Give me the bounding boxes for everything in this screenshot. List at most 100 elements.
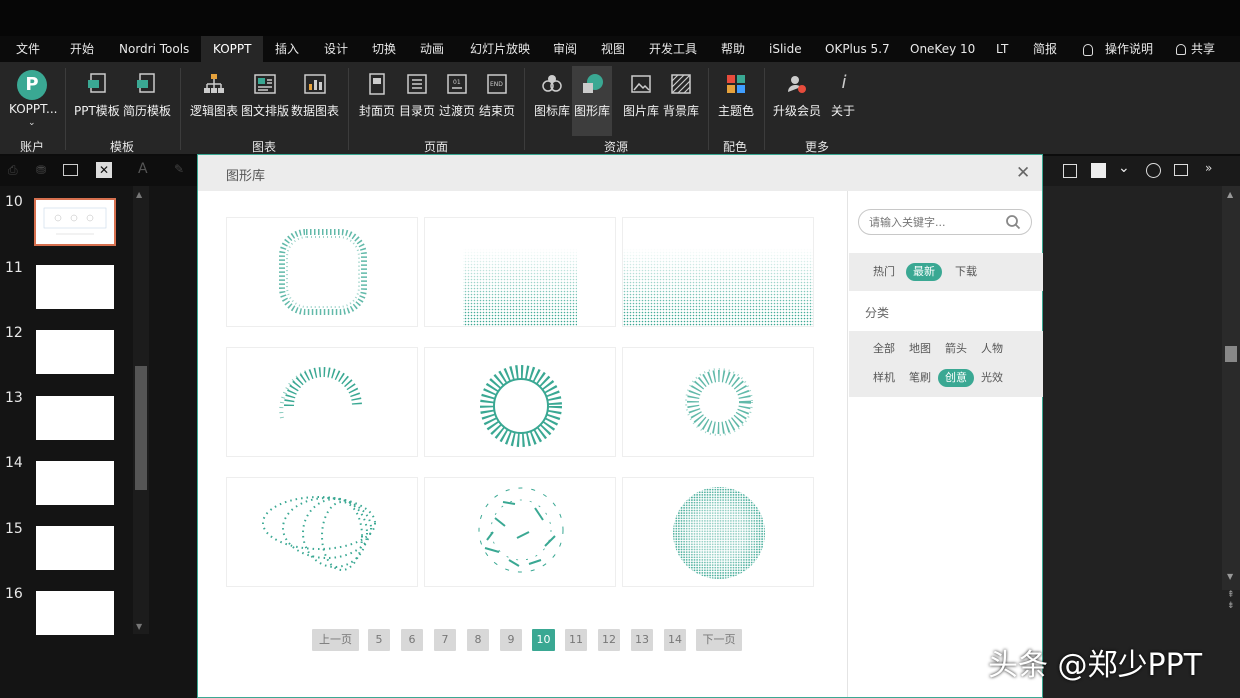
slide-thumbnail[interactable] [36, 461, 114, 505]
tab-okplus[interactable]: OKPlus 5.7 [825, 36, 890, 62]
tab-islide[interactable]: iSlide [769, 36, 802, 62]
shape-library-button[interactable]: 图形库 [572, 66, 612, 136]
tab-home[interactable]: 开始 [70, 36, 94, 62]
page-button[interactable]: 14 [664, 629, 686, 651]
transition-page-button[interactable]: 01 过渡页 [438, 66, 476, 136]
koppt-account-button[interactable]: P KOPPT... ⌄ [8, 66, 58, 136]
shape-tile[interactable] [424, 477, 616, 587]
scroll-down-icon[interactable]: ▼ [136, 622, 142, 631]
tab-help[interactable]: 帮助 [721, 36, 745, 62]
page-button[interactable]: 6 [401, 629, 423, 651]
thumbnail-scrollbar[interactable]: ▲ ▼ [133, 186, 149, 634]
category-map-chip[interactable]: 地图 [905, 340, 935, 358]
shape-tile[interactable] [424, 217, 616, 327]
scroll-up-icon[interactable]: ▲ [136, 190, 142, 199]
scroll-thumb[interactable] [135, 366, 147, 490]
ppt-template-button[interactable]: PPT模板 [74, 66, 122, 136]
tab-design[interactable]: 设计 [324, 36, 348, 62]
prev-page-button[interactable]: 上一页 [312, 629, 359, 651]
save-icon[interactable]: ⛃ [36, 163, 46, 177]
tab-lt[interactable]: LT [996, 36, 1008, 62]
more-icon[interactable]: » [1205, 161, 1212, 175]
slide-thumbnail[interactable] [36, 330, 114, 374]
bird-icon[interactable]: ⌄ [1118, 160, 1130, 176]
slide-thumbnail[interactable] [36, 396, 114, 440]
category-all-chip[interactable]: 全部 [869, 340, 899, 358]
canvas-scrollbar[interactable]: ▲ ▼ [1222, 186, 1240, 590]
slide-thumbnail-active[interactable] [34, 198, 116, 246]
slide-thumbnail[interactable] [36, 526, 114, 570]
tab-koppt[interactable]: KOPPT [201, 36, 264, 62]
next-page-button[interactable]: 下一页 [696, 629, 742, 651]
rectangle-icon[interactable] [1091, 163, 1106, 178]
tab-onekey[interactable]: OneKey 10 [910, 36, 975, 62]
shape-tile[interactable] [622, 217, 814, 327]
shape-tile[interactable] [424, 347, 616, 457]
print-icon[interactable]: ⎙ [8, 163, 18, 178]
tell-me-button[interactable]: 操作说明 [1083, 36, 1153, 62]
select-frame-icon[interactable] [1063, 164, 1077, 178]
background-library-button[interactable]: 背景库 [662, 66, 700, 136]
tab-review[interactable]: 审阅 [553, 36, 577, 62]
slide-thumbnail[interactable] [36, 265, 114, 309]
layout-toggle-icon[interactable] [63, 164, 78, 176]
brush-icon[interactable]: ✎ [174, 162, 184, 176]
sort-newest-chip[interactable]: 最新 [906, 263, 942, 281]
picture-icon[interactable] [1174, 164, 1188, 176]
tab-file[interactable]: 文件 [16, 36, 40, 62]
tab-jianbao[interactable]: 简报 [1033, 36, 1057, 62]
shape-tile[interactable] [622, 477, 814, 587]
scroll-thumb[interactable] [1225, 346, 1237, 362]
about-button[interactable]: i 关于 [830, 66, 858, 136]
theme-color-button[interactable]: 主题色 [716, 66, 756, 136]
tab-nordri-tools[interactable]: Nordri Tools [119, 36, 189, 62]
sort-hot-chip[interactable]: 热门 [869, 263, 899, 281]
tab-developer[interactable]: 开发工具 [649, 36, 697, 62]
font-color-icon[interactable]: A [138, 161, 148, 177]
icon-library-button[interactable]: 图标库 [533, 66, 571, 136]
share-button[interactable]: 共享 [1176, 36, 1215, 62]
data-chart-button[interactable]: 数据图表 [290, 66, 340, 136]
shape-tile[interactable] [226, 217, 418, 327]
scroll-up-icon[interactable]: ▲ [1227, 190, 1233, 199]
logic-chart-button[interactable]: 逻辑图表 [189, 66, 239, 136]
category-mockup-chip[interactable]: 样机 [869, 369, 899, 387]
search-input[interactable] [869, 214, 999, 230]
circle-icon[interactable] [1146, 163, 1161, 178]
tab-view[interactable]: 视图 [601, 36, 625, 62]
page-button[interactable]: 9 [500, 629, 522, 651]
search-box[interactable] [858, 209, 1032, 235]
current-page-button[interactable]: 10 [532, 629, 555, 651]
category-person-chip[interactable]: 人物 [977, 340, 1007, 358]
close-icon[interactable]: ✕ [1016, 163, 1030, 183]
tab-animations[interactable]: 动画 [420, 36, 444, 62]
category-creative-chip[interactable]: 创意 [938, 369, 974, 387]
category-brush-chip[interactable]: 笔刷 [905, 369, 935, 387]
page-button[interactable]: 5 [368, 629, 390, 651]
image-library-button[interactable]: 图片库 [622, 66, 660, 136]
page-nav-icon[interactable]: ⇞ ⇟ [1227, 590, 1235, 612]
page-button[interactable]: 12 [598, 629, 620, 651]
page-button[interactable]: 11 [565, 629, 587, 651]
category-arrow-chip[interactable]: 箭头 [941, 340, 971, 358]
page-button[interactable]: 8 [467, 629, 489, 651]
shape-tile[interactable] [622, 347, 814, 457]
resume-template-button[interactable]: 简历模板 [122, 66, 172, 136]
shape-tile[interactable] [226, 347, 418, 457]
scroll-down-icon[interactable]: ▼ [1227, 572, 1233, 581]
tab-transitions[interactable]: 切换 [372, 36, 396, 62]
page-button[interactable]: 7 [434, 629, 456, 651]
crop-icon[interactable]: ✕ [96, 162, 112, 178]
upgrade-button[interactable]: 升级会员 [772, 66, 822, 136]
tab-slideshow[interactable]: 幻灯片放映 [470, 36, 530, 62]
sort-download-chip[interactable]: 下载 [951, 263, 981, 281]
tab-insert[interactable]: 插入 [275, 36, 299, 62]
category-light-chip[interactable]: 光效 [977, 369, 1007, 387]
page-button[interactable]: 13 [631, 629, 653, 651]
layout-button[interactable]: 图文排版 [240, 66, 290, 136]
shape-tile[interactable] [226, 477, 418, 587]
end-page-button[interactable]: END 结束页 [478, 66, 516, 136]
search-icon[interactable] [1005, 214, 1021, 230]
toc-page-button[interactable]: 目录页 [398, 66, 436, 136]
cover-page-button[interactable]: 封面页 [358, 66, 396, 136]
